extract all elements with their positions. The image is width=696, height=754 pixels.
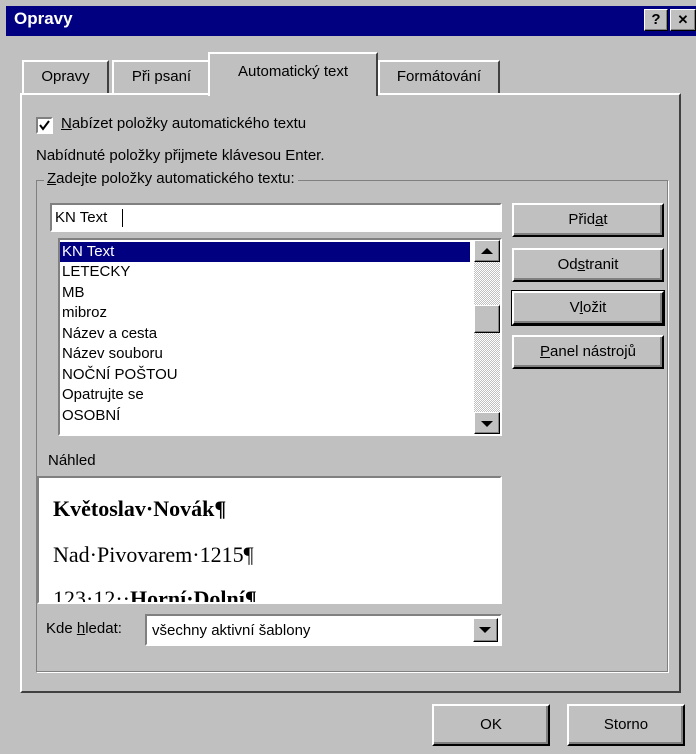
- preview-line-street: Nad·Pivovarem·1215¶: [53, 542, 254, 567]
- dropdown-button[interactable]: [473, 618, 498, 642]
- ok-button[interactable]: OK: [432, 704, 550, 746]
- list-item[interactable]: Název souboru: [60, 344, 470, 364]
- add-button[interactable]: Přidat: [512, 203, 664, 237]
- tab-pri-psani-label: Při psaní: [131, 68, 192, 85]
- offer-autotext-label: Nabízet položky automatického textu: [61, 115, 307, 132]
- scrollbar-thumb[interactable]: [474, 305, 500, 333]
- text-caret: [122, 209, 123, 227]
- tab-formatovani-label: Formátování: [396, 68, 482, 85]
- list-item[interactable]: MB: [60, 283, 470, 303]
- close-icon: ✕: [677, 12, 689, 27]
- chevron-down-icon: [479, 627, 491, 633]
- autotext-name-input[interactable]: KN Text: [50, 203, 502, 232]
- autotext-list[interactable]: KN Text LETECKY MB mibroz Název a cesta …: [58, 238, 502, 436]
- tab-pri-psani[interactable]: Při psaní: [112, 60, 211, 94]
- list-item[interactable]: mibroz: [60, 303, 470, 323]
- tab-opravy[interactable]: Opravy: [22, 60, 109, 94]
- cancel-button[interactable]: Storno: [567, 704, 685, 746]
- scroll-up-button[interactable]: [474, 240, 500, 262]
- insert-button[interactable]: Vložit: [511, 290, 665, 326]
- scroll-down-button[interactable]: [474, 412, 500, 434]
- list-item[interactable]: KN Text: [60, 242, 470, 262]
- tab-automaticky-text-label: Automatický text: [237, 63, 349, 80]
- enter-hint: Nabídnuté položky přijmete klávesou Ente…: [36, 147, 325, 164]
- checkmark-icon: [39, 120, 50, 131]
- help-button[interactable]: ?: [644, 9, 668, 31]
- close-button[interactable]: ✕: [670, 9, 696, 31]
- preview-label: Náhled: [48, 452, 96, 469]
- list-item[interactable]: OSOBNÍ: [60, 406, 470, 426]
- list-scrollbar-track[interactable]: [474, 240, 500, 434]
- remove-button[interactable]: Odstranit: [512, 248, 664, 282]
- list-item[interactable]: Název a cesta: [60, 324, 470, 344]
- lookin-value: všechny aktivní šablony: [152, 622, 311, 639]
- autotext-group-label: Zadejte položky automatického textu:: [44, 170, 298, 187]
- preview-line-name: Květoslav·Novák¶: [53, 496, 227, 521]
- list-item[interactable]: NOČNÍ POŠTOU: [60, 365, 470, 385]
- preview-box: Květoslav·Novák¶ Nad·Pivovarem·1215¶ 123…: [37, 476, 502, 604]
- tab-automaticky-text[interactable]: Automatický text: [208, 52, 378, 96]
- arrow-down-icon: [481, 421, 493, 427]
- toolbar-button[interactable]: Panel nástrojů: [512, 335, 664, 369]
- preview-line-city: 123·12··Horní·Dolní¶: [53, 586, 257, 604]
- lookin-dropdown[interactable]: všechny aktivní šablony: [145, 614, 502, 646]
- tab-formatovani[interactable]: Formátování: [378, 60, 500, 94]
- autotext-name-value: KN Text: [55, 209, 108, 226]
- lookin-label: Kde hledat:: [46, 620, 122, 637]
- window-title: Opravy: [14, 9, 73, 28]
- title-bar[interactable]: [6, 6, 696, 36]
- list-item[interactable]: Opatrujte se: [60, 385, 470, 405]
- list-item[interactable]: LETECKY: [60, 262, 470, 282]
- offer-autotext-checkbox[interactable]: [36, 117, 53, 134]
- tab-opravy-label: Opravy: [41, 68, 90, 85]
- arrow-up-icon: [481, 248, 493, 254]
